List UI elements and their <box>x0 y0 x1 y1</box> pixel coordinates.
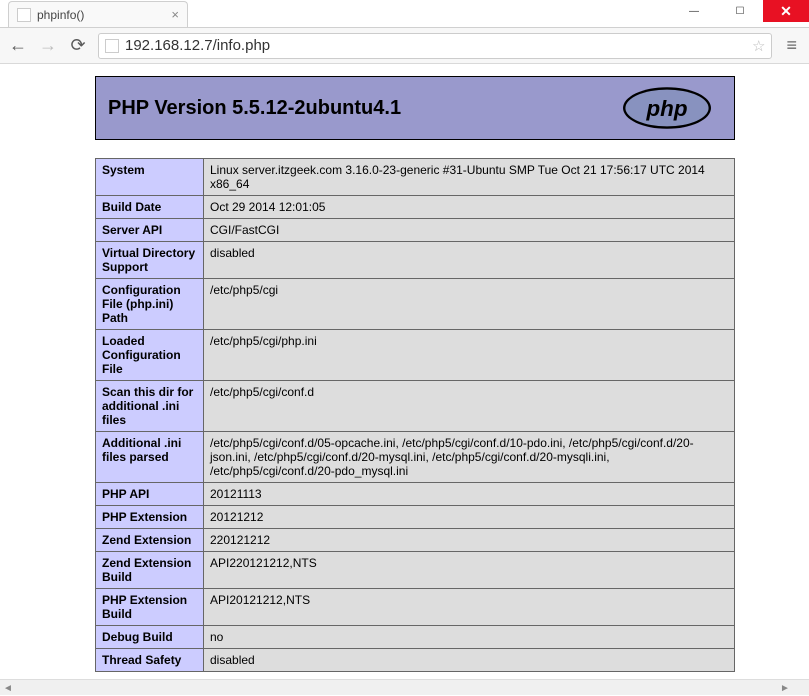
site-icon <box>105 39 119 53</box>
row-value: CGI/FastCGI <box>204 219 735 242</box>
table-row: Additional .ini files parsed/etc/php5/cg… <box>96 432 735 483</box>
page-content: PHP Version 5.5.12-2ubuntu4.1 php System… <box>95 76 735 672</box>
browser-tab[interactable]: phpinfo() × <box>8 1 188 27</box>
row-key: PHP Extension Build <box>96 589 204 626</box>
row-value: /etc/php5/cgi/conf.d/05-opcache.ini, /et… <box>204 432 735 483</box>
table-row: PHP Extension BuildAPI20121212,NTS <box>96 589 735 626</box>
table-row: Virtual Directory Supportdisabled <box>96 242 735 279</box>
bookmark-star-icon[interactable]: ☆ <box>752 37 765 55</box>
table-row: Build DateOct 29 2014 12:01:05 <box>96 196 735 219</box>
row-value: /etc/php5/cgi <box>204 279 735 330</box>
scroll-left-arrow-icon[interactable]: ◄ <box>0 680 16 696</box>
table-row: Debug Buildno <box>96 626 735 649</box>
menu-button[interactable]: ≡ <box>782 35 801 56</box>
table-row: SystemLinux server.itzgeek.com 3.16.0-23… <box>96 159 735 196</box>
row-key: Zend Extension Build <box>96 552 204 589</box>
maximize-button[interactable]: ☐ <box>717 0 763 22</box>
table-row: Scan this dir for additional .ini files/… <box>96 381 735 432</box>
phpinfo-table: SystemLinux server.itzgeek.com 3.16.0-23… <box>95 158 735 672</box>
row-value: API220121212,NTS <box>204 552 735 589</box>
php-header: PHP Version 5.5.12-2ubuntu4.1 php <box>95 76 735 140</box>
table-row: Loaded Configuration File/etc/php5/cgi/p… <box>96 330 735 381</box>
php-version-title: PHP Version 5.5.12-2ubuntu4.1 <box>108 97 401 120</box>
row-key: Thread Safety <box>96 649 204 672</box>
browser-toolbar: ← → ⟳ ☆ ≡ <box>0 28 809 64</box>
row-key: Zend Extension <box>96 529 204 552</box>
row-value: /etc/php5/cgi/conf.d <box>204 381 735 432</box>
row-value: Linux server.itzgeek.com 3.16.0-23-gener… <box>204 159 735 196</box>
horizontal-scrollbar[interactable]: ◄ ► <box>0 679 809 695</box>
row-value: Oct 29 2014 12:01:05 <box>204 196 735 219</box>
row-key: Debug Build <box>96 626 204 649</box>
reload-button[interactable]: ⟳ <box>68 35 88 56</box>
table-row: Zend Extension BuildAPI220121212,NTS <box>96 552 735 589</box>
table-row: Zend Extension220121212 <box>96 529 735 552</box>
row-key: PHP Extension <box>96 506 204 529</box>
svg-text:php: php <box>645 96 687 121</box>
favicon-icon <box>17 8 31 22</box>
row-value: disabled <box>204 242 735 279</box>
row-value: 20121113 <box>204 483 735 506</box>
window-controls: — ☐ ✕ <box>671 0 809 22</box>
row-value: API20121212,NTS <box>204 589 735 626</box>
scroll-right-arrow-icon[interactable]: ► <box>777 680 793 696</box>
row-key: Virtual Directory Support <box>96 242 204 279</box>
row-key: Loaded Configuration File <box>96 330 204 381</box>
row-key: Server API <box>96 219 204 242</box>
row-value: 20121212 <box>204 506 735 529</box>
window-titlebar: phpinfo() × — ☐ ✕ <box>0 0 809 28</box>
close-button[interactable]: ✕ <box>763 0 809 22</box>
row-value: no <box>204 626 735 649</box>
page-viewport[interactable]: PHP Version 5.5.12-2ubuntu4.1 php System… <box>0 64 809 679</box>
row-key: Build Date <box>96 196 204 219</box>
tab-close-button[interactable]: × <box>171 7 179 22</box>
address-bar[interactable]: ☆ <box>98 33 772 59</box>
row-key: Configuration File (php.ini) Path <box>96 279 204 330</box>
php-logo-icon: php <box>612 84 722 132</box>
table-row: PHP API20121113 <box>96 483 735 506</box>
minimize-button[interactable]: — <box>671 0 717 22</box>
row-key: Additional .ini files parsed <box>96 432 204 483</box>
back-button[interactable]: ← <box>8 35 28 56</box>
forward-button[interactable]: → <box>38 35 58 56</box>
table-row: Thread Safetydisabled <box>96 649 735 672</box>
row-key: Scan this dir for additional .ini files <box>96 381 204 432</box>
row-value: disabled <box>204 649 735 672</box>
row-value: 220121212 <box>204 529 735 552</box>
row-value: /etc/php5/cgi/php.ini <box>204 330 735 381</box>
table-row: PHP Extension20121212 <box>96 506 735 529</box>
row-key: System <box>96 159 204 196</box>
row-key: PHP API <box>96 483 204 506</box>
tab-title: phpinfo() <box>37 8 84 22</box>
url-input[interactable] <box>125 37 752 54</box>
table-row: Configuration File (php.ini) Path/etc/ph… <box>96 279 735 330</box>
table-row: Server APICGI/FastCGI <box>96 219 735 242</box>
